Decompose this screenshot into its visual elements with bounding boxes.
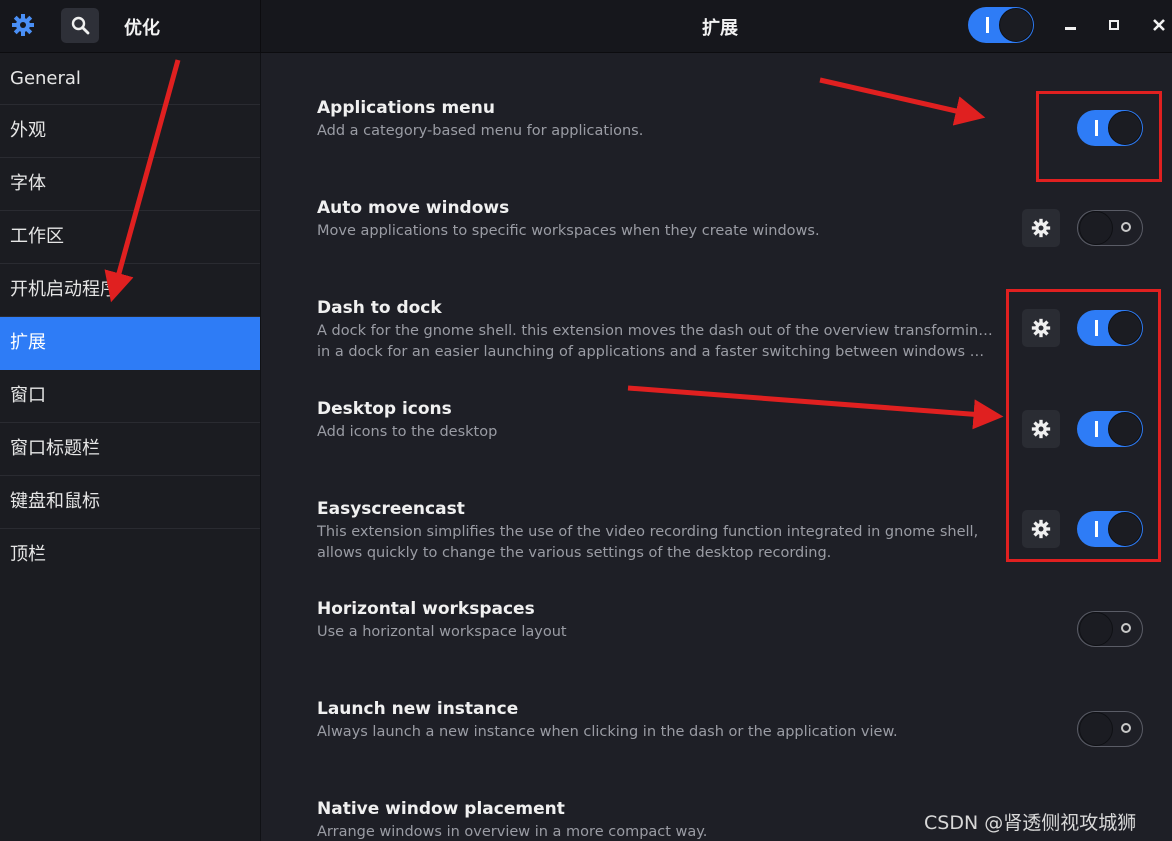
sidebar-item-workspaces[interactable]: 工作区 [0,211,260,264]
extension-description-line: A dock for the gnome shell. this extensi… [317,323,993,339]
extension-description: Move applications to specific workspaces… [317,223,820,239]
sidebar-item-extensions[interactable]: 扩展 [0,317,260,370]
sidebar-item-appearance[interactable]: 外观 [0,105,260,158]
extension-toggle[interactable] [1077,711,1143,747]
toggle-off-mark [1121,723,1131,733]
sidebar-item-fonts[interactable]: 字体 [0,158,260,211]
extension-description: Use a horizontal workspace layout [317,624,567,640]
extension-title: Easyscreencast [317,499,465,519]
annotation-box [1006,289,1161,562]
sidebar-item-label: 窗口 [10,385,46,406]
sidebar-item-startup-apps[interactable]: 开机启动程序 [0,264,260,317]
watermark-text: CSDN @肾透侧视攻城狮 [924,812,1137,834]
sidebar-item-label: 开机启动程序 [10,279,118,300]
sidebar-item-window-titlebars[interactable]: 窗口标题栏 [0,423,260,476]
close-icon [1153,19,1165,31]
minimize-icon [1065,27,1076,30]
extension-row-horizontal-workspaces: Horizontal workspaces Use a horizontal w… [261,599,1172,699]
gear-icon[interactable] [11,13,35,37]
extension-settings-button[interactable] [1022,209,1060,247]
extension-description-line: This extension simplifies the use of the… [317,524,979,540]
extension-description-line: in a dock for an easier launching of app… [317,344,993,360]
extension-title: Launch new instance [317,699,519,719]
extension-description: Add icons to the desktop [317,424,498,440]
extension-description: This extension simplifies the use of the… [317,522,993,564]
extension-title: Horizontal workspaces [317,599,535,619]
annotation-box [1036,91,1162,182]
sidebar-item-label: 扩展 [10,332,46,353]
extensions-master-toggle[interactable] [968,7,1034,43]
extension-row-launch-new-instance: Launch new instance Always launch a new … [261,699,1172,799]
sidebar-item-label: 窗口标题栏 [10,438,100,459]
sidebar-item-label: 字体 [10,173,46,194]
toggle-knob [1079,712,1113,746]
extension-description: Arrange windows in overview in a more co… [317,824,708,840]
extension-title: Native window placement [317,799,565,819]
search-button[interactable] [61,8,99,43]
sidebar-item-label: 外观 [10,120,46,141]
header-left-pane: 优化 [0,0,261,52]
toggle-knob [1079,211,1113,245]
page-title: 扩展 [702,18,738,39]
minimize-button[interactable] [1055,10,1085,40]
sidebar-item-top-bar[interactable]: 顶栏 [0,529,260,582]
sidebar-item-label: 工作区 [10,226,64,247]
sidebar-item-keyboard-mouse[interactable]: 键盘和鼠标 [0,476,260,529]
maximize-button[interactable] [1099,10,1129,40]
toggle-off-mark [1121,222,1131,232]
maximize-icon [1109,20,1119,30]
header-bar: 优化 扩展 [0,0,1172,53]
extension-description: Add a category-based menu for applicatio… [317,123,644,139]
extension-title: Dash to dock [317,298,442,318]
toggle-knob [1079,612,1113,646]
extension-description: Always launch a new instance when clicki… [317,724,898,740]
extension-title: Applications menu [317,98,495,118]
sidebar-item-general[interactable]: General [0,53,260,105]
extension-toggle[interactable] [1077,210,1143,246]
search-icon [71,16,90,35]
toggle-on-mark [986,17,989,33]
extension-title: Auto move windows [317,198,510,218]
extension-toggle[interactable] [1077,611,1143,647]
sidebar-item-label: 顶栏 [10,544,46,565]
toggle-off-mark [1121,623,1131,633]
sidebar: General 外观 字体 工作区 开机启动程序 扩展 窗口 窗口标题栏 键盘和… [0,53,261,841]
sidebar-item-windows[interactable]: 窗口 [0,370,260,423]
extension-row-auto-move-windows: Auto move windows Move applications to s… [261,198,1172,298]
sidebar-item-label: 键盘和鼠标 [10,491,100,512]
extension-description-line: allows quickly to change the various set… [317,545,832,561]
gear-icon [1031,218,1051,238]
app-title: 优化 [124,18,160,39]
extension-description: A dock for the gnome shell. this extensi… [317,321,993,363]
close-button[interactable] [1144,10,1172,40]
toggle-knob [999,8,1033,42]
extension-title: Desktop icons [317,399,452,419]
sidebar-item-label: General [10,68,81,89]
